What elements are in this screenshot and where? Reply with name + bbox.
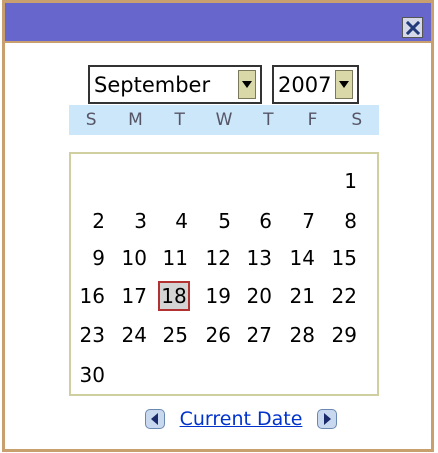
close-icon xyxy=(405,20,420,35)
day-cell[interactable]: 2 xyxy=(75,206,107,236)
weekday-label: T xyxy=(174,110,185,130)
day-cell[interactable]: 13 xyxy=(242,243,274,273)
day-cell[interactable]: 29 xyxy=(327,320,359,350)
day-cell[interactable]: 17 xyxy=(117,281,149,311)
day-cell[interactable]: 22 xyxy=(327,281,359,311)
day-cell[interactable]: 6 xyxy=(242,206,274,236)
title-bar xyxy=(5,3,431,43)
weekday-label: M xyxy=(128,110,143,130)
day-cell[interactable]: 12 xyxy=(201,243,233,273)
previous-month-button[interactable] xyxy=(145,409,165,429)
arrow-left-icon xyxy=(151,413,158,425)
day-cell[interactable]: 24 xyxy=(117,320,149,350)
next-month-button[interactable] xyxy=(317,409,337,429)
weekday-label: W xyxy=(215,110,233,130)
day-cell[interactable]: 28 xyxy=(285,320,317,350)
day-cell[interactable]: 7 xyxy=(285,206,317,236)
weekday-label: S xyxy=(351,110,363,130)
day-cell[interactable]: 27 xyxy=(242,320,274,350)
weekday-header-row: S M T W T F S xyxy=(69,105,379,135)
day-cell[interactable]: 16 xyxy=(75,281,107,311)
day-cell[interactable]: 20 xyxy=(242,281,274,311)
weekday-label: F xyxy=(307,110,318,130)
day-cell[interactable]: 21 xyxy=(285,281,317,311)
dropdown-arrow-icon[interactable] xyxy=(238,70,256,99)
day-cell[interactable]: 8 xyxy=(327,206,359,236)
day-cell[interactable]: 11 xyxy=(158,243,190,273)
current-date-link[interactable]: Current Date xyxy=(170,406,312,432)
day-cell[interactable]: 15 xyxy=(327,243,359,273)
day-cell[interactable]: 9 xyxy=(75,243,107,273)
day-cell[interactable]: 26 xyxy=(201,320,233,350)
day-cell[interactable]: 1 xyxy=(327,166,359,196)
dropdown-arrow-icon[interactable] xyxy=(335,70,353,99)
day-cell[interactable]: 19 xyxy=(201,281,233,311)
year-select-value: 2007 xyxy=(278,72,332,97)
day-cell[interactable]: 3 xyxy=(117,206,149,236)
arrow-right-icon xyxy=(324,413,331,425)
day-cell-selected[interactable]: 18 xyxy=(158,281,190,311)
day-cell[interactable]: 14 xyxy=(285,243,317,273)
weekday-label: T xyxy=(263,110,274,130)
close-button[interactable] xyxy=(402,17,423,38)
day-cell[interactable]: 23 xyxy=(75,320,107,350)
day-cell[interactable]: 30 xyxy=(75,360,107,390)
month-select[interactable]: September xyxy=(88,65,262,104)
day-cell[interactable]: 25 xyxy=(158,320,190,350)
day-cell[interactable]: 4 xyxy=(158,206,190,236)
day-cell[interactable]: 10 xyxy=(117,243,149,273)
weekday-label: S xyxy=(85,110,97,130)
year-select[interactable]: 2007 xyxy=(272,65,359,104)
day-cell[interactable]: 5 xyxy=(201,206,233,236)
month-select-value: September xyxy=(94,72,211,97)
footer-nav: Current Date xyxy=(0,406,438,434)
day-grid: 1 2 3 4 5 6 7 8 9 10 11 12 13 14 15 16 17 18 19 20 21 22 23 24 2… xyxy=(69,152,379,396)
